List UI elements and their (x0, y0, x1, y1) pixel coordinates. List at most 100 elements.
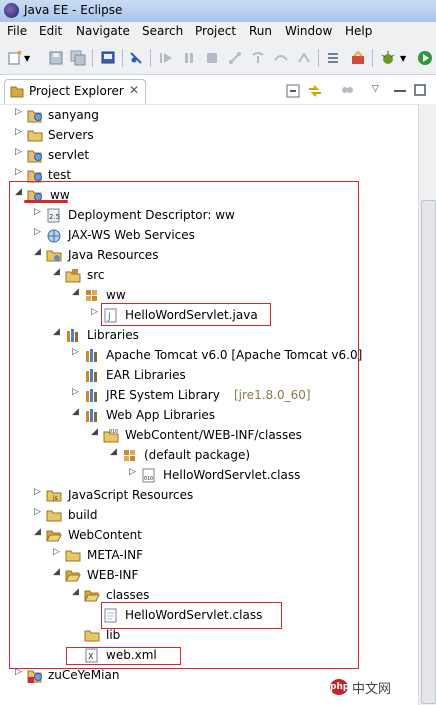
filter-icon[interactable] (340, 84, 354, 98)
menu-edit[interactable]: Edit (39, 24, 62, 38)
tree-item-web-app-libraries[interactable]: ◢ Web App Libraries (0, 405, 400, 425)
expand-icon[interactable]: ▷ (72, 347, 79, 357)
resume-icon[interactable] (158, 50, 174, 66)
menu-run[interactable]: Run (249, 24, 272, 38)
collapse-icon[interactable]: ◢ (34, 527, 41, 537)
expand-icon[interactable]: ▷ (34, 207, 41, 217)
vertical-scrollbar[interactable] (418, 104, 436, 705)
collapse-icon[interactable]: ◢ (72, 407, 79, 417)
tree-item-meta-inf[interactable]: ▷ META-INF (0, 545, 400, 565)
step-return-icon[interactable] (296, 50, 312, 66)
debug-icon[interactable] (380, 50, 396, 66)
collapse-icon[interactable]: ◢ (72, 287, 79, 297)
terminate-icon[interactable] (204, 50, 220, 66)
tree-item-servlet[interactable]: ▷ servlet (0, 145, 400, 165)
new-icon[interactable] (7, 50, 23, 66)
menu-window[interactable]: Window (285, 24, 332, 38)
tree-item-label: WebContent/WEB-INF/classes (125, 428, 302, 442)
tree-item-label: ww (106, 288, 126, 302)
suspend-icon[interactable] (181, 50, 197, 66)
tree-item-jre-system-library[interactable]: ▷ JRE System Library [jre1.8.0_60] (0, 385, 400, 405)
expand-icon[interactable]: ▷ (91, 307, 98, 317)
menu-search[interactable]: Search (142, 24, 183, 38)
tree-item-ear-libraries[interactable]: EAR Libraries (0, 365, 400, 385)
tree-item-test[interactable]: ▷ test (0, 165, 400, 185)
expand-icon[interactable]: ▷ (34, 487, 41, 497)
tree-item-jax-ws[interactable]: ▷ JAX-WS Web Services (0, 225, 400, 245)
minimize-icon[interactable] (394, 88, 406, 94)
title-bar: Java EE - Eclipse (0, 0, 436, 23)
view-menu-icon[interactable]: ▽ (372, 84, 379, 94)
tree-item-src[interactable]: ◢ src (0, 265, 400, 285)
expand-icon[interactable]: ▷ (34, 227, 41, 237)
close-icon[interactable]: ✕ (129, 83, 139, 97)
print-icon[interactable] (100, 50, 116, 66)
publish-icon[interactable] (350, 50, 366, 66)
scrollbar-thumb[interactable] (421, 200, 436, 704)
collapse-icon[interactable]: ◢ (15, 187, 22, 197)
chevron-down-icon[interactable]: ▼ (24, 54, 40, 70)
tree-item-servlet-class-lib[interactable]: ▷ 010 HelloWordServlet.class (0, 465, 400, 485)
expand-icon[interactable]: ▷ (129, 467, 136, 477)
expand-icon[interactable]: ▷ (15, 167, 22, 177)
tree-item-servlet-class[interactable]: HelloWordServlet.class (0, 605, 400, 625)
collapse-icon[interactable]: ◢ (53, 267, 60, 277)
collapse-icon[interactable]: ◢ (34, 247, 41, 257)
expand-icon[interactable]: ▷ (72, 387, 79, 397)
tree-item-label: JavaScript Resources (68, 488, 194, 502)
collapse-icon[interactable]: ◢ (91, 427, 98, 437)
tree-item-java-resources[interactable]: ◢ Java Resources (0, 245, 400, 265)
svg-text:010: 010 (144, 476, 153, 482)
save-icon[interactable] (48, 50, 64, 66)
tree-item-web-xml[interactable]: X web.xml (0, 645, 400, 665)
menu-navigate[interactable]: Navigate (76, 24, 130, 38)
expand-icon[interactable]: ▷ (53, 547, 60, 557)
expand-icon[interactable]: ▷ (34, 507, 41, 517)
tree-item-sanyang[interactable]: ▷ sanyang (0, 105, 400, 125)
disconnect-icon[interactable] (227, 50, 243, 66)
folder-open-icon (84, 590, 100, 602)
collapse-icon[interactable]: ◢ (53, 327, 60, 337)
expand-icon[interactable]: ▷ (15, 147, 22, 157)
expand-icon[interactable]: ▷ (15, 107, 22, 117)
tree-item-web-inf[interactable]: ◢ WEB-INF (0, 565, 400, 585)
step-over-icon[interactable] (273, 50, 289, 66)
tab-project-explorer[interactable]: Project Explorer ✕ (4, 79, 146, 104)
tree-item-libraries[interactable]: ◢ Libraries (0, 325, 400, 345)
collapse-all-icon[interactable] (286, 84, 300, 98)
tree-item-javascript-resources[interactable]: ▷ js JavaScript Resources (0, 485, 400, 505)
xml-file-icon: X (85, 648, 98, 663)
tree-item-classes-folder-lib[interactable]: ◢ 010 WebContent/WEB-INF/classes (0, 425, 400, 445)
tree-item-servlet-java[interactable]: ▷ J HelloWordServlet.java (0, 305, 400, 325)
menu-help[interactable]: Help (345, 24, 372, 38)
folder-open-icon (46, 530, 62, 542)
build-list-icon[interactable] (326, 50, 342, 66)
menu-project[interactable]: Project (195, 24, 236, 38)
collapse-icon[interactable]: ◢ (72, 587, 79, 597)
skip-breakpoints-icon[interactable] (128, 50, 144, 66)
tree-item-classes[interactable]: ◢ classes (0, 585, 400, 605)
svg-text:2.5: 2.5 (49, 213, 60, 221)
tree-item-ww-package[interactable]: ◢ ww (0, 285, 400, 305)
tree-item-label: servlet (48, 148, 90, 162)
maximize-icon[interactable] (414, 84, 426, 96)
run-icon[interactable] (417, 50, 433, 66)
collapse-icon[interactable]: ◢ (110, 447, 117, 457)
link-with-editor-icon[interactable] (307, 83, 323, 99)
chevron-down-icon[interactable]: ▼ (400, 54, 416, 70)
expand-icon[interactable]: ▷ (15, 127, 22, 137)
folder-icon (27, 130, 43, 142)
tree-item-lib[interactable]: lib (0, 625, 400, 645)
tree-item-deployment-descriptor[interactable]: ▷ 2.5 Deployment Descriptor: ww (0, 205, 400, 225)
expand-icon[interactable]: ▷ (15, 667, 22, 677)
tree-item-default-package[interactable]: ◢ (default package) (0, 445, 400, 465)
tree-item-webcontent[interactable]: ◢ WebContent (0, 525, 400, 545)
tree-item-apache-tomcat[interactable]: ▷ Apache Tomcat v6.0 [Apache Tomcat v6.0… (0, 345, 400, 365)
menu-file[interactable]: File (7, 24, 27, 38)
collapse-icon[interactable]: ◢ (53, 567, 60, 577)
tree-item-servers[interactable]: ▷ Servers (0, 125, 400, 145)
step-into-icon[interactable] (250, 50, 266, 66)
menu-bar: File Edit Navigate Search Project Run Wi… (0, 22, 436, 42)
tree-item-build[interactable]: ▷ build (0, 505, 400, 525)
save-all-icon[interactable] (70, 50, 86, 66)
